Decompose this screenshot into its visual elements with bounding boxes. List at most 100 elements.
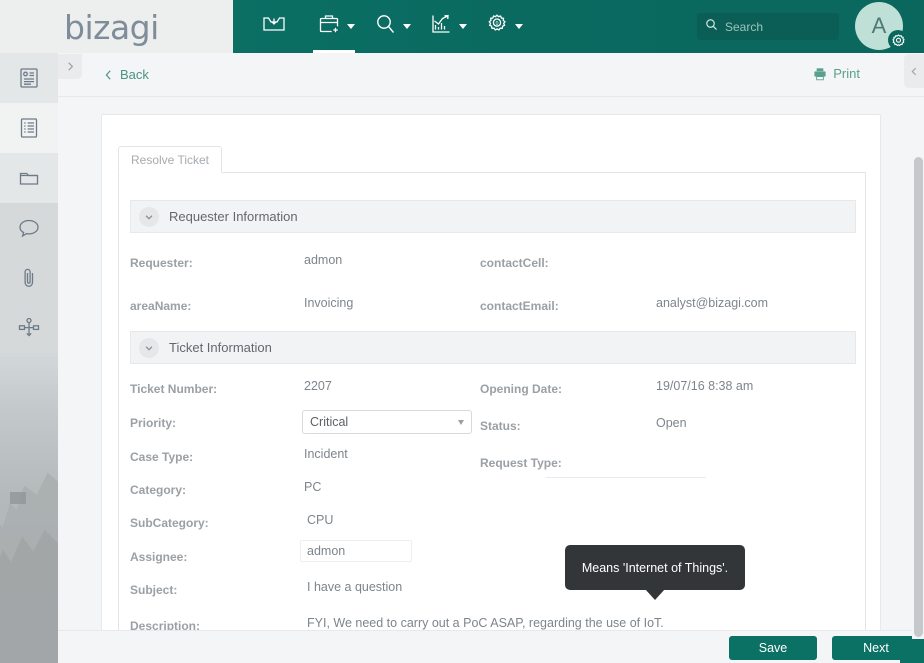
chevron-down-icon: [459, 24, 467, 29]
tooltip-arrow: [645, 589, 665, 600]
section-title: Requester Information: [169, 209, 298, 224]
bizagi-work-portal: bizagi 0 Search A Back Print Resolve Tic…: [0, 0, 924, 663]
gear-icon: [891, 33, 905, 46]
left-sidebar: [0, 53, 58, 663]
ticket-card: Resolve Ticket Requester Information Req…: [101, 114, 881, 663]
field-category: Category: PC: [130, 477, 856, 510]
field-label: contactEmail:: [480, 299, 559, 313]
nav-item-settings[interactable]: 0: [485, 0, 523, 53]
description-part-6: , regarding the use of IoT.: [521, 616, 664, 630]
field-requester: Requester: admon contactCell:: [130, 250, 856, 283]
sidebar-item-process[interactable]: [0, 303, 58, 353]
field-label: Requester:: [130, 256, 193, 270]
sidebar-item-comments[interactable]: [0, 203, 58, 253]
gear-icon: 0: [485, 12, 509, 41]
sidebar-item-summary[interactable]: [0, 53, 58, 103]
field-subcategory: SubCategory: CPU: [130, 510, 856, 543]
tooltip-text: Means 'Internet of Things'.: [581, 560, 729, 575]
sidebar-item-attachments[interactable]: [0, 253, 58, 303]
chevron-down-icon: [515, 24, 523, 29]
field-value[interactable]: analyst@bizagi.com: [656, 296, 768, 310]
section-requester-information[interactable]: Requester Information: [130, 200, 856, 233]
avatar-settings-badge[interactable]: [888, 30, 908, 50]
field-assignee: Assignee: admon: [130, 540, 856, 577]
footer-corner-accent: [900, 639, 924, 663]
field-value[interactable]: admon: [307, 544, 345, 558]
header-logo-area: bizagi: [0, 0, 233, 53]
priority-selected-value: Critical: [310, 415, 349, 429]
app-header: bizagi 0 Search A: [0, 0, 924, 53]
chart-analytics-icon: [429, 12, 453, 41]
priority-select[interactable]: Critical: [302, 410, 472, 434]
section-ticket-information[interactable]: Ticket Information: [130, 331, 856, 364]
field-label: Status:: [480, 419, 521, 433]
field-value[interactable]: I have a question: [307, 580, 402, 594]
svg-text:0: 0: [496, 21, 499, 27]
search-icon: [705, 18, 718, 36]
sidebar-item-documents[interactable]: [0, 153, 58, 203]
field-case-type: Case Type: Incident Request Type:: [130, 444, 856, 478]
chevron-left-icon: [911, 67, 917, 75]
ticket-form: Requester Information Requester: admon c…: [118, 173, 866, 663]
bizagi-logo[interactable]: bizagi: [64, 8, 159, 47]
inbox-tray-icon: [261, 12, 287, 41]
chevron-down-icon[interactable]: [139, 337, 159, 358]
field-label: Opening Date:: [480, 382, 563, 396]
field-value[interactable]: PC: [304, 480, 321, 494]
comment-bubble-icon: [19, 219, 39, 238]
field-value[interactable]: 19/07/16 8:38 am: [656, 379, 753, 393]
field-label: contactCell:: [480, 256, 549, 270]
field-label: Assignee:: [130, 550, 188, 564]
chevron-down-icon: [403, 24, 411, 29]
process-flow-icon: [18, 317, 40, 337]
field-value[interactable]: Open: [656, 416, 687, 430]
right-panel-collapse-toggle[interactable]: [904, 54, 924, 88]
field-value[interactable]: Invoicing: [304, 296, 353, 310]
section-title: Ticket Information: [169, 340, 272, 355]
field-value[interactable]: admon: [304, 253, 342, 267]
field-value[interactable]: CPU: [307, 513, 333, 527]
folder-icon: [19, 172, 39, 185]
tab-resolve-ticket[interactable]: Resolve Ticket: [118, 146, 222, 173]
sidebar-expand-toggle[interactable]: [58, 54, 82, 79]
back-button[interactable]: Back: [104, 67, 149, 82]
description-text[interactable]: FYI, We need to carry out a PoC ASAP, re…: [307, 616, 827, 632]
field-value[interactable]: 2207: [304, 379, 332, 393]
nav-item-inbox[interactable]: [261, 0, 287, 53]
field-label: Subject:: [130, 583, 178, 597]
vertical-scrollbar-thumb[interactable]: [914, 157, 923, 637]
chevron-down-icon: [458, 420, 464, 425]
field-ticket-number: Ticket Number: 2207 Opening Date: 19/07/…: [130, 376, 856, 409]
tab-label: Resolve Ticket: [130, 152, 210, 167]
briefcase-plus-icon: [317, 12, 341, 41]
nav-item-search[interactable]: [373, 0, 411, 53]
tooltip: Means 'Internet of Things'.: [565, 545, 745, 590]
magnifier-icon: [373, 12, 397, 41]
chevron-down-icon[interactable]: [139, 206, 159, 227]
description-part-2: , We need to carry out a: [326, 616, 464, 630]
field-label: Case Type:: [130, 450, 194, 464]
header-nav-area: 0 A: [233, 0, 924, 53]
field-label: Ticket Number:: [130, 382, 218, 396]
field-subject: Subject: I have a question: [130, 577, 856, 610]
global-search[interactable]: [697, 13, 839, 40]
field-value[interactable]: Incident: [304, 447, 348, 461]
field-label: Priority:: [130, 416, 177, 430]
print-label: Print: [833, 66, 860, 81]
chevron-left-icon: [105, 69, 111, 80]
field-label: SubCategory:: [130, 516, 209, 530]
printer-icon: [814, 67, 826, 80]
contact-card-icon: [20, 68, 38, 88]
chevron-right-icon: [67, 62, 73, 71]
field-areaname: areaName: Invoicing contactEmail: analys…: [130, 293, 856, 326]
print-button[interactable]: Print: [813, 66, 860, 81]
field-label: areaName:: [130, 299, 192, 313]
nav-item-analytics[interactable]: [429, 0, 467, 53]
save-button[interactable]: Save: [729, 636, 817, 660]
content-topbar: Back Print: [58, 53, 924, 97]
nav-item-cases[interactable]: [317, 0, 355, 53]
sidebar-item-forms[interactable]: [0, 103, 58, 153]
field-label: Category:: [130, 483, 187, 497]
avatar-initial: A: [871, 13, 887, 38]
search-input[interactable]: [725, 19, 830, 34]
